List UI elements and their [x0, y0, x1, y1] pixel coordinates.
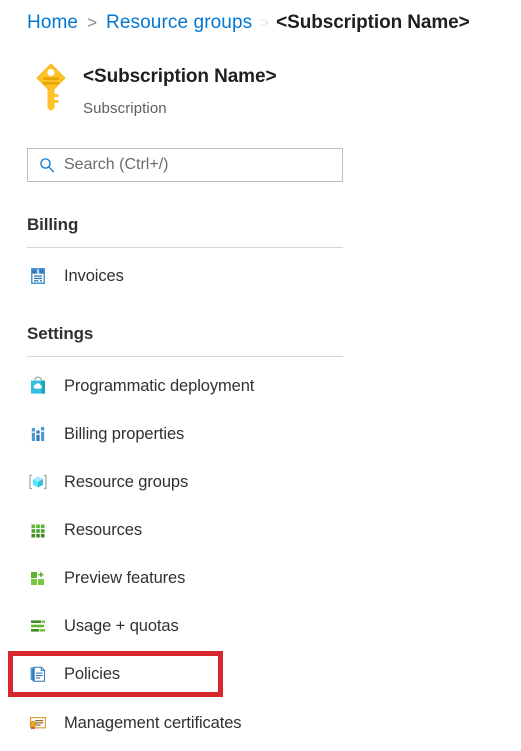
sidebar-item-label: Programmatic deployment: [64, 376, 255, 395]
sidebar-item-resources[interactable]: Resources: [27, 513, 343, 547]
certificate-icon: [27, 712, 49, 734]
resource-group-cube-icon: [27, 471, 49, 493]
page-header: <Subscription Name> Subscription: [27, 60, 277, 117]
search-input[interactable]: [64, 156, 314, 174]
breadcrumb-separator-icon: >: [87, 13, 98, 32]
search-icon: [39, 157, 55, 173]
breadcrumb-item-resource-groups[interactable]: Resource groups: [106, 12, 252, 34]
sidebar-item-programmatic-deployment[interactable]: Programmatic deployment: [27, 369, 343, 403]
section-billing-header: Billing: [27, 215, 343, 248]
svg-text:$: $: [37, 270, 40, 276]
page-title: <Subscription Name>: [83, 66, 277, 87]
usage-bars-icon: [27, 615, 49, 637]
sidebar-item-preview-features[interactable]: Preview features: [27, 561, 343, 595]
page-subtitle: Subscription: [83, 99, 167, 117]
bar-chart-icon: [27, 423, 49, 445]
policy-documents-icon: [27, 663, 49, 685]
sidebar-item-billing-properties[interactable]: Billing properties: [27, 417, 343, 451]
sidebar-item-label: Usage + quotas: [64, 616, 179, 635]
sidebar-item-label: Policies: [64, 664, 121, 683]
sidebar-item-label: Billing properties: [64, 424, 185, 443]
preview-sparkle-icon: [27, 567, 49, 589]
sidebar-item-usage-quotas[interactable]: Usage + quotas: [27, 609, 343, 643]
sidebar-item-management-certificates[interactable]: Management certificates: [27, 706, 343, 740]
section-title-billing: Billing: [27, 215, 79, 234]
section-settings-header: Settings: [27, 324, 343, 357]
sidebar-item-label: Resources: [64, 520, 142, 539]
search-box[interactable]: [27, 148, 343, 182]
section-divider: [27, 356, 343, 357]
key-icon: [27, 60, 75, 112]
breadcrumb-separator-icon-2: >: [259, 13, 270, 32]
sidebar-item-label: Management certificates: [64, 713, 242, 732]
shopping-bag-cloud-icon: [27, 375, 49, 397]
breadcrumb-item-current: <Subscription Name>: [276, 12, 470, 33]
sidebar-item-resource-groups[interactable]: Resource groups: [27, 465, 343, 499]
sidebar-item-policies[interactable]: Policies: [27, 657, 343, 691]
sidebar-item-invoices[interactable]: $ Invoices: [27, 259, 343, 293]
grid-icon: [27, 519, 49, 541]
invoice-icon: $: [27, 265, 49, 287]
breadcrumb-item-home[interactable]: Home: [27, 12, 78, 34]
sidebar-item-label: Resource groups: [64, 472, 189, 491]
sidebar-item-label: Preview features: [64, 568, 186, 587]
section-divider: [27, 247, 343, 248]
breadcrumb: Home > Resource groups > <Subscription N…: [27, 12, 470, 34]
section-title-settings: Settings: [27, 324, 94, 343]
sidebar-item-label: Invoices: [64, 266, 124, 285]
